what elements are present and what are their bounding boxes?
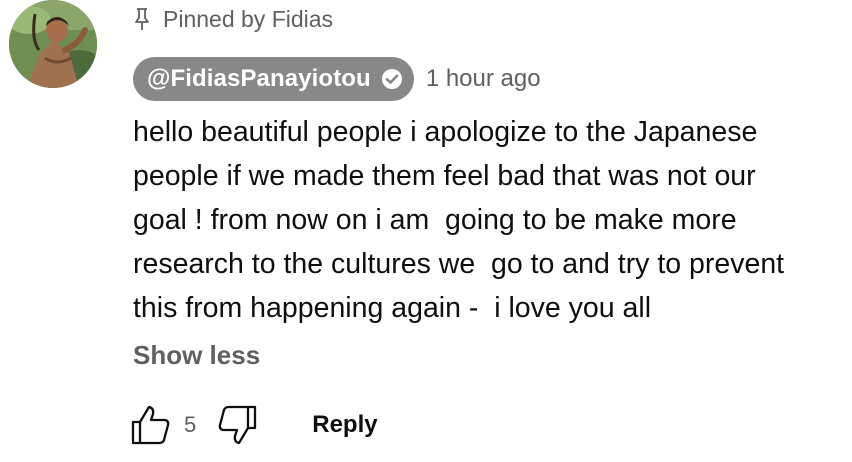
like-button[interactable] bbox=[128, 402, 174, 448]
pin-icon bbox=[133, 7, 151, 31]
thumbs-up-icon bbox=[131, 405, 170, 445]
avatar-image bbox=[9, 0, 97, 88]
show-less-button[interactable]: Show less bbox=[133, 340, 260, 371]
comment-body: hello beautiful people i apologize to th… bbox=[133, 116, 785, 324]
author-name-chip[interactable]: @FidiasPanayiotou bbox=[133, 57, 414, 101]
comment-timestamp[interactable]: 1 hour ago bbox=[426, 65, 541, 93]
comment-action-bar: 5 Reply bbox=[128, 402, 378, 448]
reply-button[interactable]: Reply bbox=[312, 411, 377, 439]
verified-checkmark-icon bbox=[381, 68, 403, 90]
pinned-text: Pinned by Fidias bbox=[163, 5, 334, 32]
author-handle: @FidiasPanayiotou bbox=[147, 65, 371, 92]
pinned-label: Pinned by Fidias bbox=[133, 4, 333, 34]
author-avatar[interactable] bbox=[9, 0, 97, 88]
comment-thread: Pinned by Fidias @FidiasPanayiotou 1 hou… bbox=[0, 0, 852, 462]
comment-header: @FidiasPanayiotou 1 hour ago bbox=[133, 57, 541, 101]
like-count: 5 bbox=[184, 412, 197, 437]
thumbs-down-icon bbox=[218, 405, 257, 445]
dislike-button[interactable] bbox=[214, 402, 260, 448]
